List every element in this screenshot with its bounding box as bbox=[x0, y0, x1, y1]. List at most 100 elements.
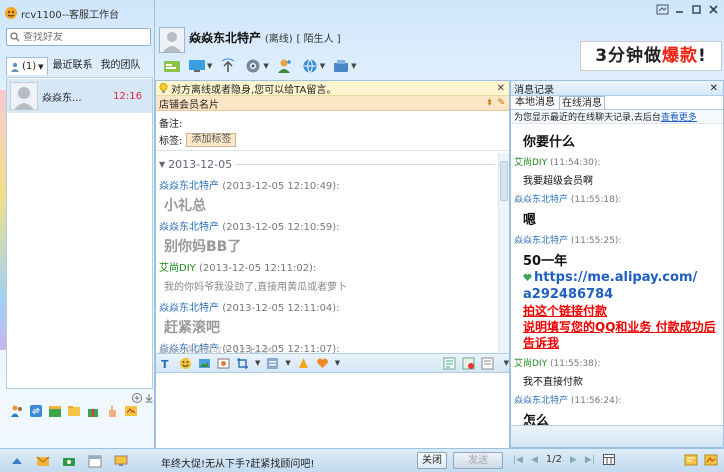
search-box[interactable] bbox=[6, 28, 151, 46]
close-button[interactable]: 关闭 bbox=[417, 452, 447, 469]
message-scrollbar[interactable] bbox=[498, 153, 509, 353]
font-icon[interactable]: T bbox=[160, 357, 173, 370]
tab-contacts[interactable]: (1) ▼ bbox=[6, 57, 48, 75]
message-sender[interactable]: 焱焱东北特产 bbox=[159, 303, 219, 314]
close-icon[interactable]: ✕ bbox=[710, 83, 718, 94]
history-note-text: 为您显示最近的在线聊天记录,去后台 bbox=[514, 113, 661, 123]
send-button[interactable]: 发送 bbox=[453, 452, 503, 469]
maximize-icon[interactable] bbox=[690, 4, 703, 15]
last-page-icon[interactable]: ▶| bbox=[585, 455, 595, 465]
inbox-icon[interactable] bbox=[36, 454, 50, 468]
download-icon[interactable] bbox=[144, 393, 154, 403]
message-header: 焱焱东北特产 (2013-12-05 12:11:04): bbox=[159, 299, 495, 314]
apps-icon bbox=[332, 58, 350, 74]
prev-page-icon[interactable]: ◀ bbox=[531, 455, 538, 465]
add-icon[interactable] bbox=[132, 393, 142, 403]
message-input[interactable] bbox=[156, 373, 509, 448]
view-more-link[interactable]: 查看更多 bbox=[661, 110, 697, 123]
close-icon[interactable]: ✕ bbox=[497, 83, 505, 94]
toolbar-video[interactable]: ▼ bbox=[244, 58, 269, 74]
screenshot-icon[interactable] bbox=[236, 357, 249, 370]
chevron-down-icon[interactable]: ▼ bbox=[255, 359, 260, 367]
chevron-down-icon: ▼ bbox=[319, 62, 326, 70]
date-separator: ▼ 2013-12-05 bbox=[159, 158, 495, 171]
notice-text: 对方离线或者隐身,您可以给TA留言。 bbox=[171, 84, 337, 96]
toolbar-screen[interactable]: ▼ bbox=[188, 58, 212, 74]
card-actions: ⇟ ✎ bbox=[486, 98, 505, 108]
message: 艾尚DIY (2013-12-05 12:11:02): 我的你妈爷我没劲了,直… bbox=[159, 259, 495, 299]
ad-banner[interactable]: 3分钟做爆款! bbox=[580, 41, 722, 71]
message-icon[interactable] bbox=[684, 454, 698, 466]
message-header: 焱焱东北特产 (2013-12-05 12:10:59): bbox=[159, 218, 495, 233]
shop-icon[interactable] bbox=[48, 404, 62, 418]
message-header: 艾尚DIY (2013-12-05 12:11:02): bbox=[159, 259, 495, 274]
template-icon[interactable] bbox=[266, 357, 279, 370]
payment-link-cont[interactable]: a292486784 bbox=[514, 286, 717, 303]
toolbar-remote[interactable] bbox=[219, 58, 237, 74]
history-time: (11:55:18): bbox=[570, 195, 622, 205]
message-sender[interactable]: 艾尚DIY bbox=[159, 263, 196, 274]
bell-icon[interactable] bbox=[297, 357, 310, 370]
tool-icons bbox=[10, 404, 150, 444]
first-page-icon[interactable]: |◀ bbox=[513, 455, 523, 465]
history-time: (11:55:38): bbox=[549, 359, 601, 369]
hand-icon[interactable] bbox=[105, 404, 119, 418]
history-icon[interactable] bbox=[443, 357, 456, 370]
decorative-stripe bbox=[0, 90, 6, 350]
toolbar-apps[interactable]: ▼ bbox=[332, 58, 357, 74]
history-tabs: 本地消息 在线消息 bbox=[511, 96, 723, 110]
emoji-icon[interactable] bbox=[179, 357, 192, 370]
minimize-icon[interactable] bbox=[673, 4, 686, 15]
history-time: (11:56:24): bbox=[570, 396, 622, 406]
quick-reply-icon[interactable] bbox=[462, 357, 475, 370]
wrench-icon[interactable]: ✎ bbox=[497, 98, 505, 108]
sync-icon[interactable] bbox=[29, 404, 43, 418]
monitor-icon[interactable] bbox=[114, 454, 128, 468]
chevron-down-icon[interactable]: ▼ bbox=[335, 359, 340, 367]
add-tag-button[interactable]: 添加标签 bbox=[186, 132, 237, 147]
red-instruction: 说明填写您的QQ和业务 付款成功后告诉我 bbox=[523, 320, 716, 350]
tab-online[interactable]: 在线消息 bbox=[559, 96, 605, 109]
tab-local[interactable]: 本地消息 bbox=[513, 96, 557, 109]
peer-avatar[interactable] bbox=[159, 27, 185, 53]
app-window: rcv1100--客服工作台 (1) ▼ 最近联系 我的团队 bbox=[0, 0, 724, 472]
note-icon[interactable] bbox=[124, 404, 138, 418]
contacts-icon[interactable] bbox=[10, 404, 24, 418]
notes-icon[interactable] bbox=[704, 454, 718, 466]
card-note-row: 备注: bbox=[159, 114, 506, 131]
phone-icon[interactable] bbox=[62, 454, 76, 468]
search-input[interactable] bbox=[23, 31, 143, 43]
close-icon[interactable] bbox=[707, 4, 720, 15]
chevron-down-icon[interactable]: ▼ bbox=[504, 359, 509, 367]
image-icon[interactable] bbox=[198, 357, 211, 370]
tab-recent[interactable]: 最近联系 bbox=[50, 57, 96, 75]
history-header-line: 焱焱东北特产 (11:55:25): bbox=[514, 233, 717, 246]
folder-icon[interactable] bbox=[67, 404, 81, 418]
list-item[interactable]: 焱焱东... 12:16 bbox=[7, 79, 152, 113]
calendar-icon[interactable] bbox=[602, 454, 615, 465]
record-icon[interactable] bbox=[481, 357, 494, 370]
toolbar-transfer[interactable] bbox=[276, 58, 294, 74]
message-sender[interactable]: 焱焱东北特产 bbox=[159, 222, 219, 233]
chevron-down-icon[interactable]: ▼ bbox=[285, 359, 290, 367]
toolbar-card[interactable] bbox=[163, 58, 181, 74]
triangle-down-icon: ▼ bbox=[159, 160, 166, 169]
skin-icon[interactable] bbox=[656, 4, 669, 15]
list-scroll-controls bbox=[132, 392, 154, 404]
tab-team[interactable]: 我的团队 bbox=[98, 57, 144, 75]
history-text: 怎么 bbox=[523, 414, 550, 425]
heart-icon[interactable] bbox=[316, 357, 329, 370]
message-sender[interactable]: 焱焱东北特产 bbox=[159, 181, 219, 192]
menu-icon[interactable] bbox=[10, 454, 24, 468]
pin-icon[interactable]: ⇟ bbox=[486, 98, 494, 108]
next-page-icon[interactable]: ▶ bbox=[570, 455, 577, 465]
calendar-icon[interactable] bbox=[88, 454, 102, 468]
ad-text: 3分钟做 bbox=[595, 46, 663, 66]
peer-name[interactable]: 焱焱东北特产 bbox=[189, 31, 261, 45]
window-controls bbox=[656, 4, 720, 15]
payment-link[interactable]: https://me.alipay.com/ bbox=[514, 269, 717, 286]
toolbar-browser[interactable]: ▼ bbox=[301, 58, 325, 74]
promo-text[interactable]: 年终大促!无从下手?赶紧找顾问吧! bbox=[161, 455, 314, 470]
photo-icon[interactable] bbox=[217, 357, 230, 370]
gift-icon[interactable] bbox=[86, 404, 100, 418]
